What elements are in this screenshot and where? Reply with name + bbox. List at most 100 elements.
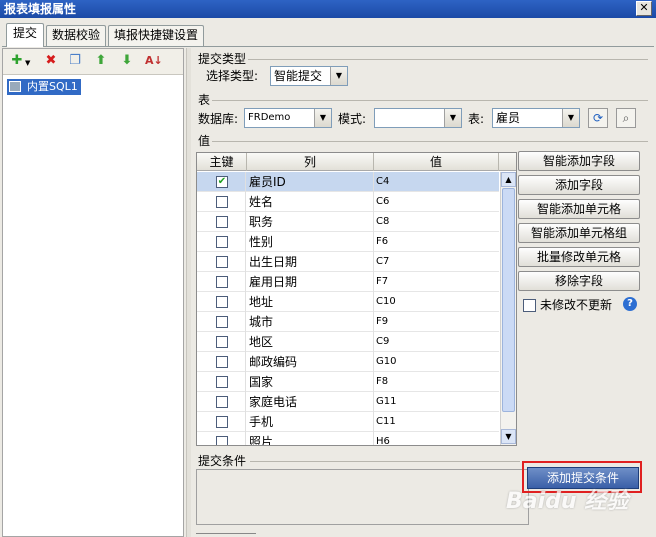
value-cell[interactable]: C9 <box>374 332 499 352</box>
primary-key-checkbox[interactable] <box>216 296 228 308</box>
primary-key-checkbox[interactable] <box>216 316 228 328</box>
value-cell[interactable]: C10 <box>374 292 499 312</box>
table-row[interactable]: 城市 F9 <box>197 312 499 332</box>
primary-key-checkbox[interactable] <box>216 436 228 445</box>
primary-key-checkbox[interactable] <box>216 396 228 408</box>
chevron-down-icon: ▼ <box>562 109 579 127</box>
value-cell[interactable]: F7 <box>374 272 499 292</box>
table-row[interactable]: 地区 C9 <box>197 332 499 352</box>
chevron-down-icon: ▼ <box>314 109 331 127</box>
remove-field-button[interactable]: 移除字段 <box>518 271 640 291</box>
table-row[interactable]: 职务 C8 <box>197 212 499 232</box>
table-row[interactable]: 国家 F8 <box>197 372 499 392</box>
preview-button[interactable]: ⌕ <box>616 108 636 128</box>
tab-shortcut-settings[interactable]: 填报快捷键设置 <box>108 25 204 46</box>
table-row[interactable]: 邮政编码 G10 <box>197 352 499 372</box>
primary-key-checkbox[interactable] <box>216 256 228 268</box>
table-row[interactable]: 照片 H6 <box>197 432 499 445</box>
copy-icon[interactable]: ❐ <box>67 53 83 69</box>
value-cell[interactable]: F6 <box>374 232 499 252</box>
column-cell[interactable]: 职务 <box>247 212 374 232</box>
chevron-down-icon: ▼ <box>444 109 461 127</box>
table-row[interactable]: 手机 C11 <box>197 412 499 432</box>
close-button[interactable]: ✕ <box>636 1 652 16</box>
column-cell[interactable]: 性别 <box>247 232 374 252</box>
move-up-icon[interactable]: ⬆ <box>93 53 109 69</box>
primary-key-cell: ✔ <box>197 172 246 192</box>
primary-key-checkbox[interactable] <box>216 376 228 388</box>
smart-add-cell-button[interactable]: 智能添加单元格 <box>518 199 640 219</box>
add-field-button[interactable]: 添加字段 <box>518 175 640 195</box>
column-cell[interactable]: 家庭电话 <box>247 392 374 412</box>
column-cell[interactable]: 地址 <box>247 292 374 312</box>
value-cell[interactable]: C4 <box>374 172 499 192</box>
scroll-up-button[interactable]: ▲ <box>501 172 516 187</box>
table-row[interactable]: 姓名 C6 <box>197 192 499 212</box>
batch-modify-cell-button[interactable]: 批量修改单元格 <box>518 247 640 267</box>
primary-key-cell <box>197 272 246 292</box>
column-cell[interactable]: 国家 <box>247 372 374 392</box>
fields-table: 主键 列 值 ✔ 雇员ID C4 姓名 C6 职务 C8 性别 F6 出生日期 C7 雇用日期 F7 地址… <box>196 152 517 446</box>
submit-type-label: 选择类型: <box>206 69 259 83</box>
table-row[interactable]: 家庭电话 G11 <box>197 392 499 412</box>
value-cell[interactable]: C11 <box>374 412 499 432</box>
help-icon[interactable]: ? <box>623 297 637 311</box>
tab-data-validation[interactable]: 数据校验 <box>46 25 106 46</box>
value-cell[interactable]: G10 <box>374 352 499 372</box>
value-cell[interactable]: F9 <box>374 312 499 332</box>
submit-type-select[interactable]: 智能提交 ▼ <box>270 66 348 86</box>
add-dropdown-arrow-icon[interactable]: ▼ <box>25 59 30 67</box>
scroll-down-button[interactable]: ▼ <box>501 429 516 444</box>
primary-key-cell <box>197 312 246 332</box>
table-row[interactable]: ✔ 雇员ID C4 <box>197 172 499 192</box>
column-cell[interactable]: 雇用日期 <box>247 272 374 292</box>
header-primary-key[interactable]: 主键 <box>197 153 247 171</box>
column-cell[interactable]: 雇员ID <box>247 172 374 192</box>
value-cell[interactable]: F8 <box>374 372 499 392</box>
primary-key-checkbox[interactable]: ✔ <box>216 176 228 188</box>
column-cell[interactable]: 地区 <box>247 332 374 352</box>
header-column[interactable]: 列 <box>247 153 374 171</box>
column-cell[interactable]: 手机 <box>247 412 374 432</box>
table-row[interactable]: 雇用日期 F7 <box>197 272 499 292</box>
database-select[interactable]: FRDemo ▼ <box>244 108 332 128</box>
column-cell[interactable]: 出生日期 <box>247 252 374 272</box>
value-cell[interactable]: H6 <box>374 432 499 445</box>
delete-icon[interactable]: ✖ <box>43 53 59 69</box>
primary-key-checkbox[interactable] <box>216 416 228 428</box>
value-cell[interactable]: C7 <box>374 252 499 272</box>
column-cell[interactable]: 姓名 <box>247 192 374 212</box>
column-cell[interactable]: 城市 <box>247 312 374 332</box>
smart-add-cell-group-button[interactable]: 智能添加单元格组 <box>518 223 640 243</box>
panel-splitter[interactable] <box>186 48 191 537</box>
sort-icon[interactable]: A↓ <box>145 53 163 69</box>
table-row[interactable]: 性别 F6 <box>197 232 499 252</box>
mode-select[interactable]: ▼ <box>374 108 462 128</box>
primary-key-checkbox[interactable] <box>216 236 228 248</box>
value-cell[interactable]: C8 <box>374 212 499 232</box>
primary-key-checkbox[interactable] <box>216 356 228 368</box>
add-icon[interactable]: ✚ <box>9 53 25 69</box>
move-down-icon[interactable]: ⬇ <box>119 53 135 69</box>
header-value[interactable]: 值 <box>374 153 499 171</box>
table-select[interactable]: 雇员 ▼ <box>492 108 580 128</box>
scroll-thumb[interactable] <box>502 188 515 412</box>
column-cell[interactable]: 照片 <box>247 432 374 445</box>
column-cell[interactable]: 邮政编码 <box>247 352 374 372</box>
primary-key-checkbox[interactable] <box>216 276 228 288</box>
tree-item-sql1[interactable]: 内置SQL1 <box>7 79 81 95</box>
table-row[interactable]: 地址 C10 <box>197 292 499 312</box>
value-cell[interactable]: C6 <box>374 192 499 212</box>
tab-submit[interactable]: 提交 <box>6 23 44 47</box>
submit-condition-divider <box>250 461 520 462</box>
value-cell[interactable]: G11 <box>374 392 499 412</box>
no-update-unmodified-checkbox[interactable] <box>523 299 536 312</box>
primary-key-checkbox[interactable] <box>216 216 228 228</box>
primary-key-checkbox[interactable] <box>216 196 228 208</box>
primary-key-checkbox[interactable] <box>216 336 228 348</box>
smart-add-field-button[interactable]: 智能添加字段 <box>518 151 640 171</box>
refresh-button[interactable]: ⟳ <box>588 108 608 128</box>
table-row[interactable]: 出生日期 C7 <box>197 252 499 272</box>
bottom-edge <box>196 533 256 537</box>
table-scrollbar[interactable]: ▲ ▼ <box>500 172 516 445</box>
